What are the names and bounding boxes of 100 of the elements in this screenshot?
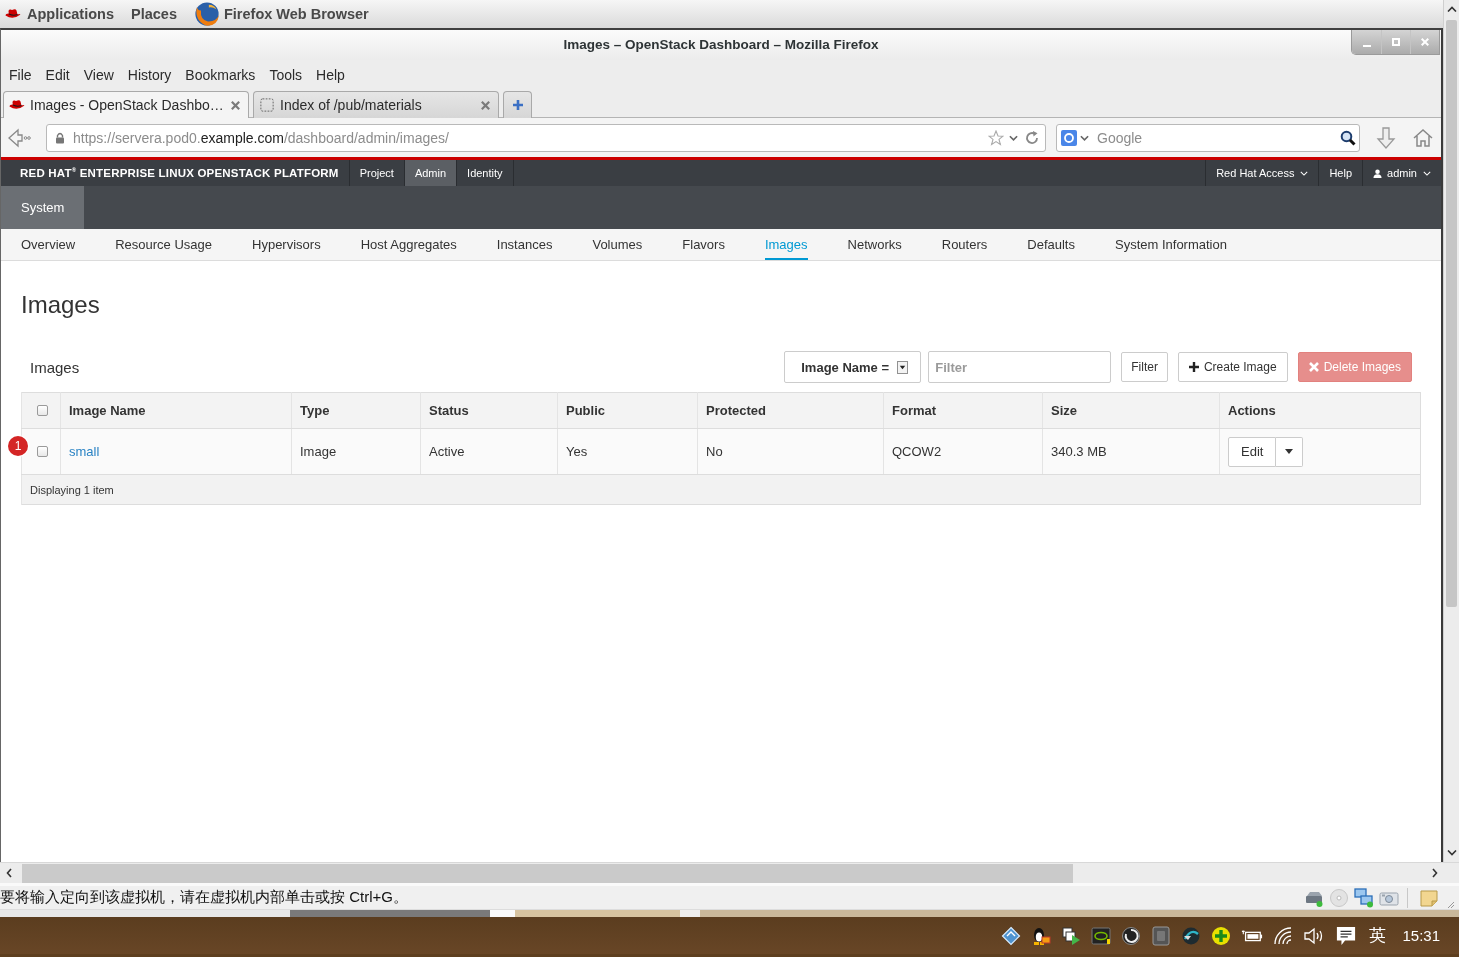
- menu-item[interactable]: Tools: [262, 67, 310, 83]
- clock[interactable]: 15:31: [1402, 927, 1440, 944]
- table-title: Images: [30, 358, 80, 376]
- minimize-icon: [1362, 45, 1371, 47]
- hat-icon: [9, 98, 25, 112]
- message-icon[interactable]: [1335, 925, 1358, 946]
- table-cell: QCOW2: [883, 428, 1043, 475]
- nav-link[interactable]: Defaults: [1007, 229, 1095, 260]
- places-menu[interactable]: Places: [131, 6, 177, 22]
- chip-icon[interactable]: [1091, 925, 1112, 946]
- star-icon[interactable]: [988, 129, 1004, 146]
- search-field[interactable]: Google: [1056, 123, 1360, 152]
- search-icon[interactable]: [1340, 129, 1356, 146]
- window-play-icon[interactable]: [1061, 925, 1082, 946]
- minimize-button[interactable]: [1352, 30, 1381, 54]
- column-header: Image Name: [60, 392, 292, 429]
- nav-link[interactable]: Volumes: [572, 229, 663, 260]
- globe-icon[interactable]: [1181, 925, 1202, 946]
- caret-icon: [1285, 449, 1294, 454]
- plus-icon: [1188, 362, 1199, 372]
- filter-button[interactable]: Filter: [1121, 352, 1168, 382]
- new-tab-button[interactable]: [503, 91, 532, 118]
- menu-item[interactable]: History: [120, 67, 179, 83]
- table-cell: Active: [420, 428, 558, 475]
- caret-icon[interactable]: [1009, 134, 1018, 141]
- dashboard-tab[interactable]: Admin: [404, 160, 458, 186]
- nav-link[interactable]: Hypervisors: [232, 229, 341, 260]
- row-checkbox[interactable]: [37, 446, 48, 457]
- annotation-marker: 1: [8, 436, 28, 456]
- menu-item[interactable]: File: [2, 67, 39, 83]
- close-button[interactable]: [1410, 30, 1439, 54]
- edit-button[interactable]: Edit: [1228, 436, 1277, 467]
- browser-tab[interactable]: Images - OpenStack Dashbo…: [3, 91, 249, 118]
- url-text: https://servera.pod0.example.com/dashboard/admin/images/: [73, 129, 450, 146]
- caret-icon: [1423, 170, 1431, 176]
- tile-icon[interactable]: [1151, 925, 1172, 946]
- column-header: Protected: [697, 392, 884, 429]
- menu-item[interactable]: View: [76, 67, 121, 83]
- nav-link[interactable]: Resource Usage: [95, 229, 232, 260]
- scrollbar-thumb[interactable]: [1446, 20, 1457, 607]
- network-icon[interactable]: [1354, 887, 1374, 908]
- filter-select[interactable]: Image Name =: [784, 351, 922, 383]
- menu-item[interactable]: Edit: [38, 67, 77, 83]
- applications-menu[interactable]: Applications: [27, 6, 114, 22]
- image-name-link[interactable]: small: [69, 444, 100, 459]
- reload-icon[interactable]: [1024, 129, 1040, 146]
- column-header: Format: [883, 392, 1043, 429]
- close-icon[interactable]: [230, 99, 241, 111]
- table-cell: Yes: [557, 428, 698, 475]
- app-menu[interactable]: Firefox Web Browser: [224, 6, 369, 22]
- column-header: Status: [420, 392, 558, 429]
- input-method-indicator[interactable]: 英: [1369, 924, 1387, 947]
- nav-link[interactable]: Flavors: [662, 229, 745, 260]
- swirl-icon[interactable]: [1121, 925, 1142, 946]
- browser-tab[interactable]: Index of /pub/materials: [253, 91, 499, 118]
- table-cell: No: [697, 428, 884, 475]
- plus-icon: [511, 99, 524, 111]
- vertical-scrollbar[interactable]: [1443, 0, 1459, 862]
- create-button[interactable]: Create Image: [1177, 352, 1288, 382]
- column-header: Public: [557, 392, 698, 429]
- home-icon[interactable]: [1412, 126, 1434, 149]
- caret-icon[interactable]: [1080, 134, 1089, 141]
- select-all-checkbox[interactable]: [37, 405, 48, 416]
- column-header: Type: [291, 392, 421, 429]
- nav-link[interactable]: System Information: [1095, 229, 1247, 260]
- maximize-icon: [1392, 38, 1400, 46]
- menu-item[interactable]: Help: [309, 67, 352, 83]
- nav-link[interactable]: Routers: [921, 229, 1008, 260]
- diamond-icon[interactable]: [1001, 925, 1022, 946]
- resize-grip-icon[interactable]: [1445, 899, 1455, 909]
- horizontal-scrollbar[interactable]: [0, 862, 1459, 883]
- maximize-button[interactable]: [1381, 30, 1410, 54]
- plus-icon[interactable]: [1211, 925, 1232, 946]
- menu-item[interactable]: Bookmarks: [178, 67, 263, 83]
- filter-input[interactable]: Filter: [928, 351, 1112, 383]
- wifi-icon[interactable]: [1273, 925, 1294, 946]
- page-heading: Images: [21, 290, 101, 320]
- panel-group-tab[interactable]: System: [1, 186, 85, 229]
- address-field[interactable]: https://servera.pod0.example.com/dashboard/admin/images/: [46, 123, 1046, 152]
- dropdown-toggle-button[interactable]: [1276, 436, 1304, 467]
- download-icon[interactable]: [1376, 125, 1396, 150]
- scrollbar-thumb[interactable]: [22, 863, 1073, 883]
- close-icon[interactable]: [480, 99, 491, 111]
- penguin-icon[interactable]: [1031, 925, 1052, 946]
- column-header: Size: [1042, 392, 1220, 429]
- search-placeholder: Google: [1097, 129, 1144, 146]
- firefox-icon[interactable]: [194, 1, 220, 27]
- table-footer: Displaying 1 item: [21, 474, 1421, 505]
- cross-icon: [1308, 362, 1319, 372]
- nav-link[interactable]: Instances: [476, 229, 573, 260]
- blank-page-icon: [259, 98, 275, 112]
- close-icon: [1421, 38, 1429, 46]
- nav-link[interactable]: Overview: [1, 229, 96, 260]
- hat-icon[interactable]: [5, 8, 21, 20]
- nav-link[interactable]: Host Aggregates: [340, 229, 477, 260]
- user-icon: [1373, 168, 1383, 178]
- back-arrow-icon: [7, 127, 31, 148]
- nav-link[interactable]: Networks: [827, 229, 922, 260]
- status-message: 要将输入定向到该虚拟机，请在虚拟机内部单击或按 Ctrl+G。: [0, 888, 408, 907]
- table-cell: 340.3 MB: [1042, 428, 1220, 475]
